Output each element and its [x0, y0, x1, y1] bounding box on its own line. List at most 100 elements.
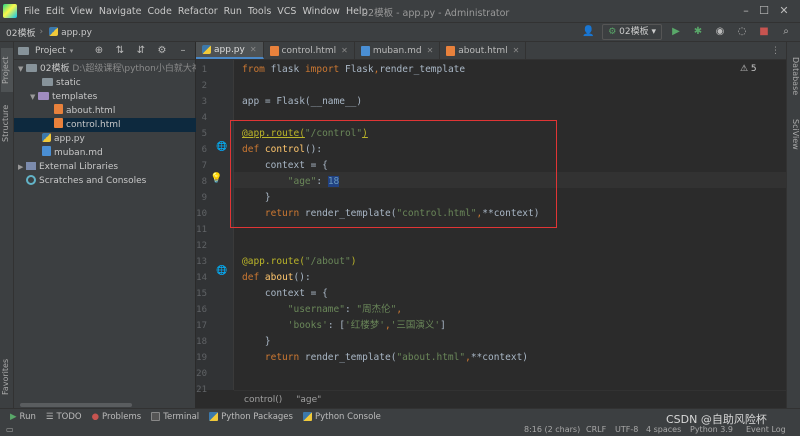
breadcrumb-function[interactable]: control()	[244, 395, 282, 405]
line-number: 4	[201, 113, 207, 123]
line-number: 18	[196, 337, 207, 347]
close-tab-icon[interactable]: ✕	[513, 46, 520, 55]
gear-icon[interactable]: ⚙	[154, 43, 170, 59]
menu-file[interactable]: File	[21, 6, 43, 17]
run-config-icon: ⚙	[608, 27, 617, 37]
tree-about-label: about.html	[66, 106, 116, 116]
tab-app-py[interactable]: app.py ✕	[196, 42, 264, 59]
editor-breadcrumb: control() "age"	[234, 390, 786, 408]
tree-templates-label: templates	[52, 92, 98, 102]
tab-sciview-vertical[interactable]: SciView	[788, 112, 800, 156]
expand-all-icon[interactable]: ⇵	[133, 43, 149, 59]
project-panel-title[interactable]: Project	[35, 46, 66, 56]
tree-item-templates[interactable]: ▼ templates	[14, 90, 196, 104]
toolwindow-problems[interactable]: ● Problems	[92, 412, 142, 422]
run-icon[interactable]: ▶	[668, 24, 684, 40]
close-tab-icon[interactable]: ✕	[427, 46, 434, 55]
tab-muban-md[interactable]: muban.md ✕	[355, 42, 441, 59]
line-separator[interactable]: CRLF	[586, 425, 606, 434]
tree-static-label: static	[56, 78, 81, 88]
project-panel-header: Project ▾ ⊕ ⇅ ⇵ ⚙ –	[14, 42, 195, 60]
chevron-right-icon: ›	[39, 27, 44, 37]
python-file-icon	[49, 26, 59, 36]
nav-project-crumb[interactable]: 02模板	[0, 26, 35, 39]
close-tab-icon[interactable]: ✕	[250, 45, 257, 54]
menu-refactor[interactable]: Refactor	[175, 6, 221, 17]
menu-vcs[interactable]: VCS	[274, 6, 299, 17]
chevron-down-icon[interactable]: ▾	[70, 47, 74, 55]
toolwindow-python-console[interactable]: Python Console	[302, 412, 381, 422]
code-line-1: from flask import Flask,render_template	[242, 64, 466, 75]
route-marker-icon[interactable]: 🌐	[216, 142, 227, 152]
debug-icon[interactable]: ✱	[690, 24, 706, 40]
code-line-17: 'books': ['红楼梦','三国演义']	[287, 320, 446, 331]
toolwindow-todo[interactable]: ☰ TODO	[46, 412, 82, 422]
user-icon[interactable]: 👤	[580, 24, 596, 40]
tree-item-about-html[interactable]: about.html	[14, 104, 196, 118]
horizontal-scrollbar[interactable]	[20, 403, 132, 407]
profile-icon[interactable]: ◌	[734, 24, 750, 40]
navigation-bar: 02模板 › app.py 👤 ⚙ 02模板 ▾ ▶ ✱ ◉ ◌ ■ ⌕	[0, 22, 800, 42]
line-number: 16	[196, 305, 207, 315]
tab-control-html[interactable]: control.html ✕	[264, 42, 355, 59]
code-line-3: app = Flask(__name__)	[242, 96, 363, 107]
coverage-icon[interactable]: ◉	[712, 24, 728, 40]
more-tabs-icon[interactable]: ⋮	[771, 42, 786, 59]
menu-window[interactable]: Window	[299, 6, 342, 17]
line-number: 21	[196, 385, 207, 395]
menu-tools[interactable]: Tools	[245, 6, 274, 17]
line-number: 13	[196, 257, 207, 267]
toolwindow-terminal[interactable]: Terminal	[151, 412, 199, 422]
code-line-16: "username": "周杰伦",	[287, 304, 403, 315]
breadcrumb-key[interactable]: "age"	[296, 395, 321, 405]
maximize-icon[interactable]: ☐	[756, 3, 772, 19]
menu-run[interactable]: Run	[221, 6, 245, 17]
close-window-icon[interactable]: ✕	[776, 3, 792, 19]
tree-item-static[interactable]: static	[14, 76, 196, 90]
search-everywhere-icon[interactable]: ⌕	[778, 24, 794, 40]
file-encoding[interactable]: UTF-8	[615, 425, 638, 434]
tab-project-vertical[interactable]: Project	[1, 48, 13, 92]
tree-item-external-libraries[interactable]: ▶ External Libraries	[14, 160, 196, 174]
menubar: File Edit View Navigate Code Refactor Ru…	[0, 0, 800, 22]
menu-view[interactable]: View	[67, 6, 96, 17]
tab-about-html[interactable]: about.html ✕	[440, 42, 527, 59]
close-tab-icon[interactable]: ✕	[341, 46, 348, 55]
line-number: 7	[201, 161, 207, 171]
toolwindow-python-packages[interactable]: Python Packages	[209, 412, 293, 422]
menu-code[interactable]: Code	[144, 6, 174, 17]
caret-position[interactable]: 8:16 (2 chars)	[524, 425, 580, 434]
tree-item-control-html[interactable]: control.html	[14, 118, 196, 132]
stop-icon[interactable]: ■	[756, 24, 772, 40]
editor-gutter[interactable]: 1 2 3 4 5 6 7 8 9 10 11 12 13 14 15 16 1…	[196, 60, 234, 395]
line-number: 12	[196, 241, 207, 251]
tree-item-root[interactable]: ▼ 02模板 D:\超级课程\python小白就大神	[14, 62, 201, 76]
line-number: 19	[196, 353, 207, 363]
window-title: 02模板 - app.py - Administrator	[362, 8, 510, 19]
menu-edit[interactable]: Edit	[43, 6, 67, 17]
csdn-watermark: CSDN @自助风险杯	[666, 413, 767, 426]
tab-label: control.html	[281, 45, 337, 56]
run-config-select[interactable]: ⚙ 02模板 ▾	[602, 24, 662, 40]
folder-icon	[38, 92, 49, 100]
folder-icon	[42, 78, 53, 86]
route-marker-icon[interactable]: 🌐	[216, 266, 227, 276]
tree-item-app-py[interactable]: app.py	[14, 132, 196, 146]
tree-item-muban-md[interactable]: muban.md	[14, 146, 196, 160]
hide-panel-icon[interactable]: –	[175, 43, 191, 59]
toolbar-right: 👤 ⚙ 02模板 ▾ ▶ ✱ ◉ ◌ ■ ⌕	[580, 24, 794, 40]
tab-favorites-vertical[interactable]: Favorites	[1, 352, 13, 402]
nav-file-crumb[interactable]: app.py	[43, 26, 92, 38]
minimize-icon[interactable]: –	[738, 3, 754, 19]
highlight-annotation-box	[230, 120, 557, 228]
tab-database-vertical[interactable]: Database	[788, 48, 800, 104]
locate-icon[interactable]: ⊕	[91, 43, 107, 59]
tree-item-scratches[interactable]: Scratches and Consoles	[14, 174, 196, 188]
notification-icon[interactable]: ▭	[6, 425, 14, 434]
menu-navigate[interactable]: Navigate	[96, 6, 145, 17]
collapse-all-icon[interactable]: ⇅	[112, 43, 128, 59]
tab-structure-vertical[interactable]: Structure	[1, 98, 13, 148]
toolwindow-run[interactable]: ▶ Run	[10, 412, 36, 422]
inspection-widget[interactable]: ⚠ 5	[740, 64, 757, 74]
lightbulb-icon[interactable]: 💡	[210, 173, 222, 184]
